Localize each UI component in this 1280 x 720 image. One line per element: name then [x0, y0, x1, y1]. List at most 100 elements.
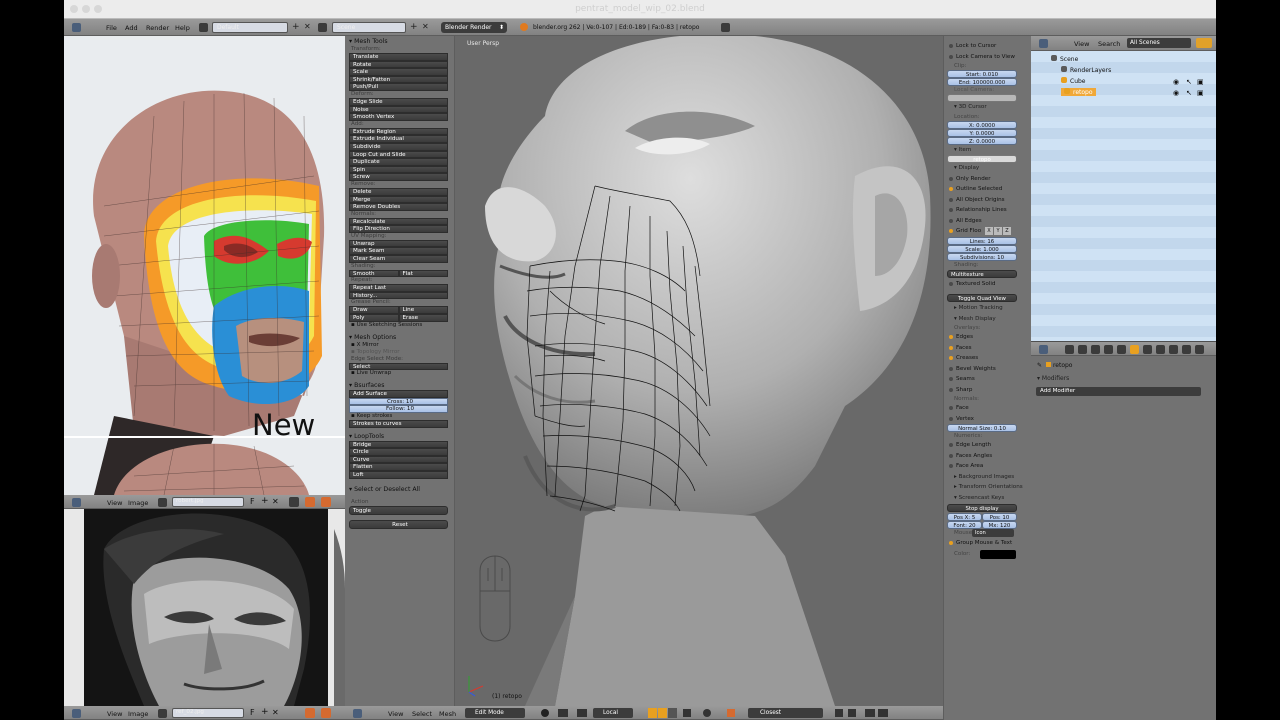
subdivide-button[interactable]: Subdivide: [349, 142, 448, 151]
toggle-quad-view-button[interactable]: Toggle Quad View: [947, 294, 1017, 302]
render-engine-select[interactable]: Blender Render ⬍: [441, 22, 507, 33]
display-mode-dropdown[interactable]: All Scenes: [1127, 38, 1191, 48]
menu-help[interactable]: Help: [175, 24, 190, 32]
cursor-x-field[interactable]: X: 0.0000: [947, 120, 1017, 129]
delete-scene-icon[interactable]: ✕: [422, 22, 429, 31]
mouse-mode-dropdown[interactable]: Icon: [972, 529, 1014, 537]
fake-user-icon[interactable]: F: [250, 708, 255, 717]
merge-button[interactable]: Merge: [349, 195, 448, 204]
screw-button[interactable]: Screw: [349, 173, 448, 181]
all-edges-checkbox[interactable]: All Edges: [944, 216, 1031, 227]
3d-viewport[interactable]: User Persp (1) retopo: [455, 36, 943, 706]
noise-button[interactable]: Noise: [349, 105, 448, 114]
panel-screencast-keys[interactable]: ▾ Screencast Keys: [944, 493, 1031, 504]
local-camera-field[interactable]: [947, 94, 1017, 102]
strokes-to-curves-button[interactable]: Strokes to curves: [349, 420, 448, 428]
outliner-item-renderlayers[interactable]: RenderLayers: [1061, 66, 1111, 74]
renderability-camera-icon[interactable]: ▣: [1197, 78, 1204, 86]
snap-project-icon[interactable]: [848, 709, 856, 717]
flip-direction-button[interactable]: Flip Direction: [349, 225, 448, 233]
image-name-field[interactable]: ref_02.jpg: [172, 708, 244, 718]
all-object-origins-checkbox[interactable]: All Object Origins: [944, 195, 1031, 206]
curve-button[interactable]: Curve: [349, 455, 448, 464]
texture-tab-icon[interactable]: [1169, 345, 1178, 354]
unwrap-button[interactable]: Unwrap: [349, 239, 448, 248]
repeat-last-button[interactable]: Repeat Last: [349, 284, 448, 292]
scene-tab-icon[interactable]: [1078, 345, 1087, 354]
smooth-vertex-button[interactable]: Smooth Vertex: [349, 113, 448, 121]
outliner-item-retopo[interactable]: retopo: [1061, 88, 1096, 96]
menu-view[interactable]: View: [1074, 40, 1089, 48]
panel-item[interactable]: ▾ Item: [944, 145, 1031, 156]
menu-file[interactable]: File: [106, 24, 117, 32]
follow-field[interactable]: Follow: 10: [349, 405, 448, 413]
edge-select-icon[interactable]: [658, 708, 667, 718]
grid-axis-z-toggle[interactable]: Z: [1003, 227, 1011, 235]
color-swatch[interactable]: [980, 549, 1016, 559]
panel-background-images[interactable]: ▸ Background Images: [944, 472, 1031, 483]
action-dropdown[interactable]: Toggle: [349, 505, 448, 515]
face-normals-checkbox[interactable]: Face: [944, 403, 1031, 414]
x-mirror-checkbox[interactable]: ▪ X Mirror: [345, 342, 454, 349]
smooth-button[interactable]: Smooth: [349, 269, 399, 278]
menu-image[interactable]: Image: [128, 499, 148, 507]
image-browse-icon[interactable]: [158, 498, 167, 507]
new-image-icon[interactable]: +: [261, 496, 269, 506]
lock-camera-checkbox[interactable]: Lock Camera to View: [944, 52, 1031, 63]
normal-size-field[interactable]: Normal Size: 0.10: [947, 424, 1017, 432]
circle-button[interactable]: Circle: [349, 448, 448, 456]
screen-layout-field[interactable]: Default: [212, 22, 288, 33]
rotate-button[interactable]: Rotate: [349, 60, 448, 69]
constraints-tab-icon[interactable]: [1117, 345, 1126, 354]
channels-icon[interactable]: [321, 708, 331, 718]
add-scene-icon[interactable]: +: [410, 22, 418, 32]
grease-poly-button[interactable]: Poly: [349, 314, 399, 322]
physics-tab-icon[interactable]: [1195, 345, 1204, 354]
material-tab-icon[interactable]: [1156, 345, 1165, 354]
push-pull-button[interactable]: Push/Pull: [349, 83, 448, 91]
menu-render[interactable]: Render: [146, 24, 169, 32]
editor-type-icon[interactable]: [72, 709, 81, 718]
translate-button[interactable]: Translate: [349, 53, 448, 61]
grease-draw-button[interactable]: Draw: [349, 306, 399, 315]
group-mouse-text-checkbox[interactable]: Group Mouse & Text: [944, 538, 1031, 549]
font-size-field[interactable]: Font: 20: [947, 521, 982, 529]
clip-start-field[interactable]: Start: 0.010: [947, 70, 1017, 78]
mode-dropdown[interactable]: Edit Mode: [465, 708, 525, 718]
menu-add[interactable]: Add: [125, 24, 138, 32]
cursor-y-field[interactable]: Y: 0.0000: [947, 128, 1017, 137]
lock-to-cursor-checkbox[interactable]: Lock to Cursor: [944, 41, 1031, 52]
scale-button[interactable]: Scale: [349, 68, 448, 76]
creases-overlay-checkbox[interactable]: Creases: [944, 353, 1031, 364]
editor-type-icon[interactable]: [72, 23, 81, 32]
stop-display-button[interactable]: Stop display: [947, 504, 1017, 512]
unlink-image-icon[interactable]: ✕: [272, 497, 279, 506]
shading-dropdown[interactable]: Multitexture: [947, 269, 1017, 278]
topology-mirror-checkbox[interactable]: ▪ Topology Mirror: [345, 349, 454, 356]
extrude-individual-button[interactable]: Extrude Individual: [349, 135, 448, 143]
image-name-field[interactable]: robert.jpg: [172, 497, 244, 507]
channels-icon[interactable]: [321, 497, 331, 507]
grid-lines-field[interactable]: Lines: 16: [947, 236, 1017, 245]
grid-scale-field[interactable]: Scale: 1.000: [947, 244, 1017, 253]
live-unwrap-checkbox[interactable]: ▪ Live Unwrap: [345, 370, 454, 377]
selectability-arrow-icon[interactable]: ↖: [1186, 89, 1192, 97]
scene-field[interactable]: Scene: [332, 22, 406, 33]
renderability-camera-icon[interactable]: ▣: [1197, 89, 1204, 97]
modifiers-tab-icon[interactable]: [1130, 345, 1139, 354]
selectability-arrow-icon[interactable]: ↖: [1186, 78, 1192, 86]
cross-field[interactable]: Cross: 10: [349, 397, 448, 406]
delete-screen-icon[interactable]: ✕: [304, 22, 311, 31]
pivot-icon[interactable]: [558, 709, 568, 717]
clear-seam-button[interactable]: Clear Seam: [349, 255, 448, 263]
seams-overlay-checkbox[interactable]: Seams: [944, 374, 1031, 385]
snap-align-icon[interactable]: [835, 709, 843, 717]
loft-button[interactable]: Loft: [349, 470, 448, 479]
duplicate-button[interactable]: Duplicate: [349, 158, 448, 166]
outline-selected-checkbox[interactable]: Outline Selected: [944, 184, 1031, 195]
bridge-button[interactable]: Bridge: [349, 440, 448, 449]
operator-panel[interactable]: ▾ Select or Deselect All: [345, 485, 454, 494]
menu-image[interactable]: Image: [128, 710, 148, 718]
occlude-geometry-icon[interactable]: [683, 709, 691, 717]
render-slot-icon[interactable]: [305, 497, 315, 507]
